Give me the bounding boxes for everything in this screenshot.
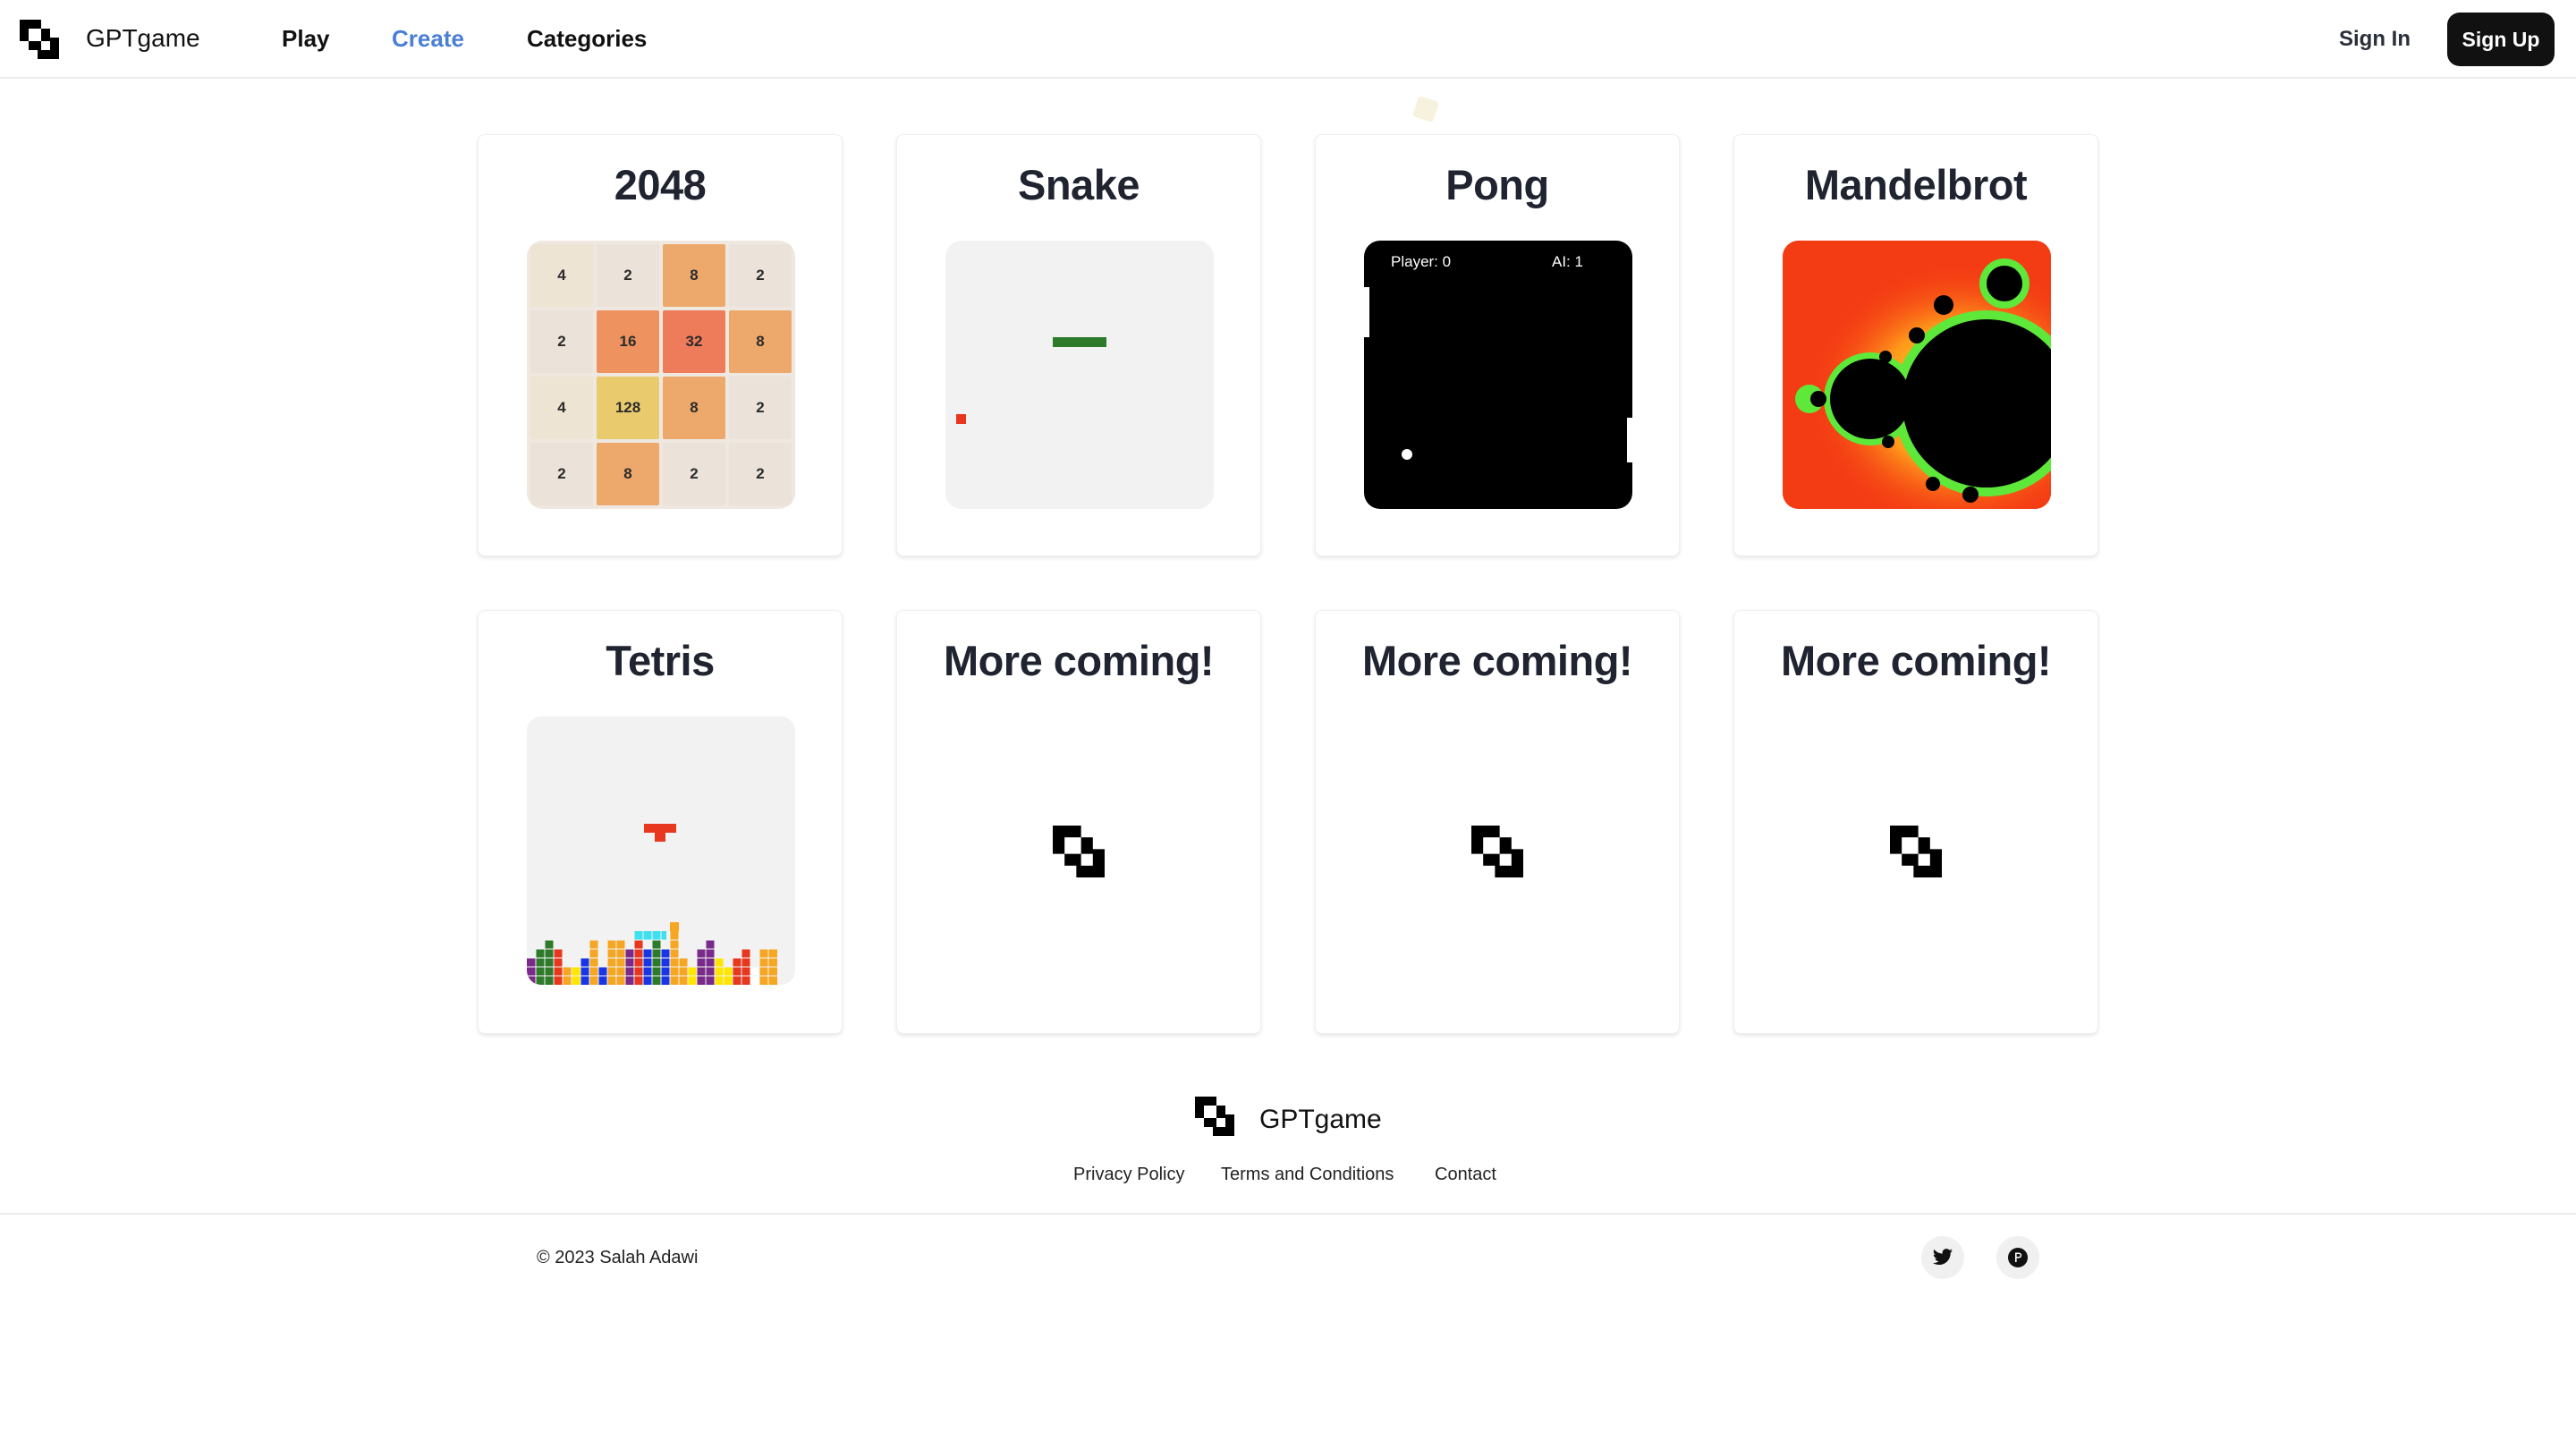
- tile: 8: [663, 377, 725, 439]
- sign-in-link[interactable]: Sign In: [2339, 27, 2411, 52]
- left-paddle: [1364, 287, 1369, 337]
- right-paddle: [1627, 418, 1632, 462]
- tile: 128: [597, 377, 659, 439]
- tile: 8: [597, 443, 659, 505]
- tile: 4: [530, 377, 593, 439]
- mandelbrot-preview: [1783, 241, 2051, 509]
- contact-link[interactable]: Contact: [1435, 1165, 1496, 1185]
- footer-divider: [0, 1213, 2576, 1215]
- tile: 4: [530, 244, 593, 307]
- gptgame-logo-icon[interactable]: [1195, 1097, 1234, 1136]
- snake-body: [1053, 337, 1106, 347]
- tile: 2: [729, 443, 792, 505]
- snake-food: [956, 414, 966, 424]
- game-card-placeholder[interactable]: More coming!: [1733, 610, 2098, 1034]
- card-title: Snake: [1018, 161, 1140, 208]
- copyright-text: © 2023 Salah Adawi: [537, 1248, 699, 1267]
- card-title: More coming!: [1780, 637, 2052, 684]
- producthunt-icon[interactable]: [1996, 1236, 2039, 1279]
- gptgame-logo-icon: [1471, 826, 1523, 877]
- tile: 2: [530, 443, 593, 505]
- privacy-policy-link[interactable]: Privacy Policy: [1073, 1165, 1184, 1185]
- nav-categories[interactable]: Categories: [527, 25, 647, 53]
- game-card-mandelbrot[interactable]: Mandelbrot: [1733, 134, 2098, 556]
- decorative-dot: [1411, 95, 1440, 123]
- gptgame-logo-icon: [1053, 826, 1105, 877]
- site-header: GPTgame Play Create Categories Sign In S…: [0, 0, 2576, 79]
- terms-link[interactable]: Terms and Conditions: [1221, 1165, 1394, 1185]
- tile: 2: [663, 443, 725, 505]
- tile: 8: [663, 244, 725, 307]
- tile: 2: [729, 377, 792, 439]
- nav-create[interactable]: Create: [392, 25, 464, 53]
- game-card-tetris[interactable]: Tetris: [478, 610, 843, 1034]
- card-title: More coming!: [943, 637, 1215, 684]
- sign-up-button[interactable]: Sign Up: [2447, 13, 2555, 66]
- game-card-snake[interactable]: Snake: [896, 134, 1261, 556]
- game-card-2048[interactable]: 2048 4 2 8 2 2 16 32 8 4 128 8 2 2 8 2 2: [478, 134, 843, 556]
- brand-name[interactable]: GPTgame: [86, 24, 200, 53]
- card-title: More coming!: [1361, 637, 1633, 684]
- footer-brand[interactable]: GPTgame: [1259, 1105, 1382, 1135]
- tile: 2: [729, 244, 792, 307]
- player-score: Player: 0: [1391, 253, 1452, 270]
- game-card-pong[interactable]: Pong Player: 0 AI: 1: [1315, 134, 1680, 556]
- game-card-placeholder[interactable]: More coming!: [1315, 610, 1680, 1034]
- tetris-preview: [527, 716, 795, 985]
- nav-play[interactable]: Play: [282, 25, 330, 53]
- pong-ball: [1402, 449, 1412, 460]
- tile: 2: [530, 310, 593, 373]
- card-title: Mandelbrot: [1804, 161, 2028, 208]
- tile: 32: [663, 310, 725, 373]
- card-title: 2048: [614, 161, 707, 208]
- pong-preview: Player: 0 AI: 1: [1364, 241, 1632, 509]
- game-card-placeholder[interactable]: More coming!: [896, 610, 1261, 1034]
- card-title: Pong: [1445, 161, 1549, 208]
- game-2048-preview: 4 2 8 2 2 16 32 8 4 128 8 2 2 8 2 2: [527, 241, 795, 509]
- tile: 16: [597, 310, 659, 373]
- ai-score: AI: 1: [1552, 253, 1583, 270]
- twitter-icon[interactable]: [1921, 1236, 1964, 1279]
- snake-preview: [945, 241, 1214, 509]
- card-title: Tetris: [606, 637, 715, 684]
- gptgame-logo-icon[interactable]: [20, 20, 59, 59]
- gptgame-logo-icon: [1890, 826, 1942, 877]
- tile: 2: [597, 244, 659, 307]
- tile: 8: [729, 310, 792, 373]
